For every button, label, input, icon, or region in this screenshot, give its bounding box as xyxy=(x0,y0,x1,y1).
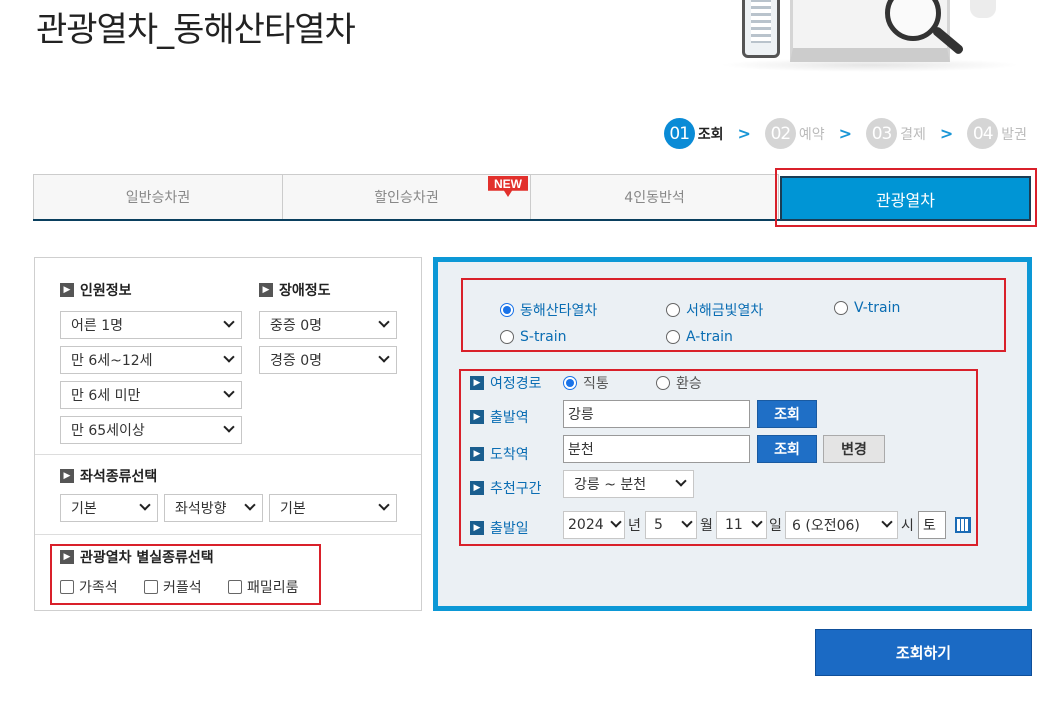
disability-heading: ▶ 장애정도 xyxy=(259,280,331,300)
train-radio-seohae-geumbit[interactable]: 서해금빛열차 xyxy=(666,300,763,320)
chevron-down-icon xyxy=(223,421,235,433)
seat-direction-select[interactable]: 좌석방향 xyxy=(164,494,263,522)
chevron-down-icon xyxy=(881,516,893,528)
phone-icon xyxy=(742,0,780,58)
year-unit: 년 xyxy=(628,518,641,534)
mild-disability-select[interactable]: 경증 0명 xyxy=(259,346,397,374)
train-radio-s-train[interactable]: S-train xyxy=(500,329,567,345)
child-select[interactable]: 만 6세~12세 xyxy=(60,346,242,374)
departure-search-button[interactable]: 조회 xyxy=(757,400,817,428)
bullet-icon: ▶ xyxy=(470,447,484,461)
bullet-icon: ▶ xyxy=(60,550,74,564)
section-label: ▶ 추천구간 xyxy=(470,478,542,498)
day-select[interactable]: 11 xyxy=(716,511,767,539)
couple-seat-checkbox[interactable]: 커플석 xyxy=(144,577,202,597)
step-ticketing: 04 발권 xyxy=(967,118,1027,149)
month-unit: 월 xyxy=(700,518,713,534)
bullet-icon: ▶ xyxy=(470,410,484,424)
bullet-icon: ▶ xyxy=(470,376,484,390)
bullet-icon: ▶ xyxy=(259,283,273,297)
tab-general-ticket[interactable]: 일반승차권 xyxy=(33,174,283,219)
chevron-down-icon xyxy=(378,316,390,328)
step-payment: 03 결제 xyxy=(866,118,926,149)
chevron-down-icon xyxy=(675,475,687,487)
chevron-down-icon xyxy=(610,516,622,528)
page-title: 관광열차_동해산타열차 xyxy=(36,10,356,50)
bullet-icon: ▶ xyxy=(470,481,484,495)
chevron-down-icon xyxy=(139,499,151,511)
year-select[interactable]: 2024 xyxy=(563,511,625,539)
hour-select[interactable]: 6 (오전06) xyxy=(785,511,898,539)
family-room-checkbox[interactable]: 패밀리룸 xyxy=(228,577,299,597)
chevron-right-icon: > xyxy=(838,124,853,143)
recommended-section-select[interactable]: 강릉 ~ 분천 xyxy=(563,470,694,498)
passenger-panel: ▶ 인원정보 ▶ 장애정도 어른 1명 만 6세~12세 만 6세 미만 만 65세… xyxy=(34,257,422,611)
chevron-down-icon xyxy=(223,351,235,363)
departure-input[interactable]: 강릉 xyxy=(563,400,750,428)
route-label: ▶ 여정경로 xyxy=(470,373,542,393)
seat-position-select[interactable]: 기본 xyxy=(269,494,397,522)
tab-tourist-train[interactable]: 관광열차 xyxy=(780,176,1031,221)
bullet-icon: ▶ xyxy=(60,469,74,483)
chevron-down-icon xyxy=(244,499,256,511)
weekday-field: 토 xyxy=(918,511,946,539)
step-search: 01 조회 xyxy=(663,118,723,149)
chevron-down-icon xyxy=(223,386,235,398)
step-reserve: 02 예약 xyxy=(764,118,825,149)
room-type-heading: ▶ 관광열차 별실종류선택 xyxy=(60,547,214,567)
chevron-down-icon xyxy=(378,499,390,511)
progress-steps: 01 조회 > 02 예약 > 03 결제 > 04 발권 xyxy=(663,118,1027,149)
date-label: ▶ 출발일 xyxy=(470,518,529,538)
header-illustration xyxy=(720,0,1051,72)
hour-unit: 시 xyxy=(901,518,914,534)
divider xyxy=(35,454,421,455)
passenger-heading: ▶ 인원정보 xyxy=(60,280,132,300)
chevron-down-icon xyxy=(378,351,390,363)
chevron-right-icon: > xyxy=(737,124,751,143)
month-select[interactable]: 5 xyxy=(645,511,697,539)
chevron-down-icon xyxy=(223,316,235,328)
chevron-down-icon xyxy=(681,516,693,528)
arrival-label: ▶ 도착역 xyxy=(470,444,529,464)
senior-select[interactable]: 만 65세이상 xyxy=(60,416,242,444)
chevron-down-icon xyxy=(751,516,763,528)
seat-type-heading: ▶ 좌석종류선택 xyxy=(60,466,157,486)
day-unit: 일 xyxy=(769,518,782,534)
train-radio-v-train[interactable]: V-train xyxy=(834,300,900,316)
severe-disability-select[interactable]: 중증 0명 xyxy=(259,311,397,339)
arrival-search-button[interactable]: 조회 xyxy=(757,435,817,463)
bullet-icon: ▶ xyxy=(470,521,484,535)
departure-label: ▶ 출발역 xyxy=(470,407,529,427)
ticket-type-tabs: 일반승차권 할인승차권 NEW 4인동반석 관광열차 xyxy=(33,174,1031,221)
divider xyxy=(35,534,421,535)
train-radio-donghae-santa[interactable]: 동해산타열차 xyxy=(500,300,597,320)
infant-select[interactable]: 만 6세 미만 xyxy=(60,381,242,409)
search-submit-button[interactable]: 조회하기 xyxy=(815,629,1032,676)
arrival-input[interactable]: 분천 xyxy=(563,435,750,463)
adult-select[interactable]: 어른 1명 xyxy=(60,311,242,339)
swap-stations-button[interactable]: 변경 xyxy=(823,435,885,463)
calendar-icon[interactable] xyxy=(955,517,971,533)
bullet-icon: ▶ xyxy=(60,283,74,297)
route-direct-radio[interactable]: 직통 xyxy=(563,373,609,393)
train-radio-a-train[interactable]: A-train xyxy=(666,329,733,345)
tab-group-seat[interactable]: 4인동반석 xyxy=(530,174,779,219)
seat-type-select[interactable]: 기본 xyxy=(60,494,158,522)
family-seat-checkbox[interactable]: 가족석 xyxy=(60,577,118,597)
route-transfer-radio[interactable]: 환승 xyxy=(656,373,702,393)
chevron-right-icon: > xyxy=(939,124,954,143)
train-search-panel: 동해산타열차 서해금빛열차 V-train S-train A-train ▶ 여… xyxy=(433,257,1032,611)
